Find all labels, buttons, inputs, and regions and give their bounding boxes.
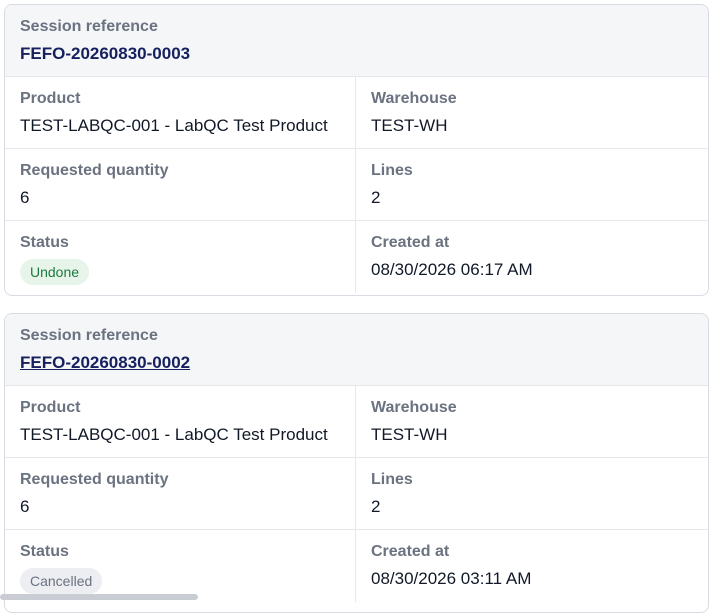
warehouse-value: TEST-WH bbox=[371, 425, 448, 444]
horizontal-scrollbar[interactable] bbox=[0, 594, 198, 600]
requested-quantity-field: Requested quantity 6 bbox=[5, 458, 356, 530]
session-reference-link[interactable]: FEFO-20260830-0002 bbox=[20, 352, 693, 374]
session-reference-label: Session reference bbox=[20, 18, 158, 35]
status-badge: Undone bbox=[20, 259, 90, 285]
created-at-value: 08/30/2026 06:17 AM bbox=[371, 260, 533, 279]
lines-label: Lines bbox=[371, 471, 413, 488]
product-label: Product bbox=[20, 90, 81, 107]
session-details: Product TEST-LABQC-001 - LabQC Test Prod… bbox=[5, 386, 708, 602]
session-reference: FEFO-20260830-0003 bbox=[20, 44, 191, 63]
status-field: Status Undone bbox=[5, 221, 356, 293]
session-reference-label: Session reference bbox=[20, 327, 158, 344]
created-at-label: Created at bbox=[371, 234, 450, 251]
session-details: Product TEST-LABQC-001 - LabQC Test Prod… bbox=[5, 77, 708, 293]
product-value: TEST-LABQC-001 - LabQC Test Product bbox=[20, 425, 328, 444]
warehouse-label: Warehouse bbox=[371, 399, 457, 416]
product-label: Product bbox=[20, 399, 81, 416]
status-badge: Cancelled bbox=[20, 568, 103, 594]
warehouse-label: Warehouse bbox=[371, 90, 457, 107]
created-at-label: Created at bbox=[371, 543, 450, 560]
requested-quantity-label: Requested quantity bbox=[20, 471, 169, 488]
session-card: Session reference FEFO-20260830-0003 Pro… bbox=[4, 4, 709, 296]
lines-label: Lines bbox=[371, 162, 413, 179]
requested-quantity-label: Requested quantity bbox=[20, 162, 169, 179]
product-field: Product TEST-LABQC-001 - LabQC Test Prod… bbox=[5, 77, 356, 149]
lines-field: Lines 2 bbox=[356, 458, 708, 530]
session-card-header: Session reference FEFO-20260830-0002 bbox=[5, 314, 708, 386]
status-label: Status bbox=[20, 543, 69, 560]
status-label: Status bbox=[20, 234, 69, 251]
warehouse-value: TEST-WH bbox=[371, 116, 448, 135]
warehouse-field: Warehouse TEST-WH bbox=[356, 386, 708, 458]
requested-quantity-value: 6 bbox=[20, 188, 30, 207]
lines-field: Lines 2 bbox=[356, 149, 708, 221]
lines-value: 2 bbox=[371, 497, 381, 516]
created-at-field: Created at 08/30/2026 06:17 AM bbox=[356, 221, 708, 293]
lines-value: 2 bbox=[371, 188, 381, 207]
warehouse-field: Warehouse TEST-WH bbox=[356, 77, 708, 149]
session-card-header: Session reference FEFO-20260830-0003 bbox=[5, 5, 708, 77]
product-field: Product TEST-LABQC-001 - LabQC Test Prod… bbox=[5, 386, 356, 458]
session-card: Session reference FEFO-20260830-0002 Pro… bbox=[4, 313, 709, 613]
requested-quantity-value: 6 bbox=[20, 497, 30, 516]
status-field: Status Cancelled bbox=[5, 530, 356, 602]
created-at-value: 08/30/2026 03:11 AM bbox=[371, 569, 532, 588]
requested-quantity-field: Requested quantity 6 bbox=[5, 149, 356, 221]
product-value: TEST-LABQC-001 - LabQC Test Product bbox=[20, 116, 328, 135]
created-at-field: Created at 08/30/2026 03:11 AM bbox=[356, 530, 708, 602]
